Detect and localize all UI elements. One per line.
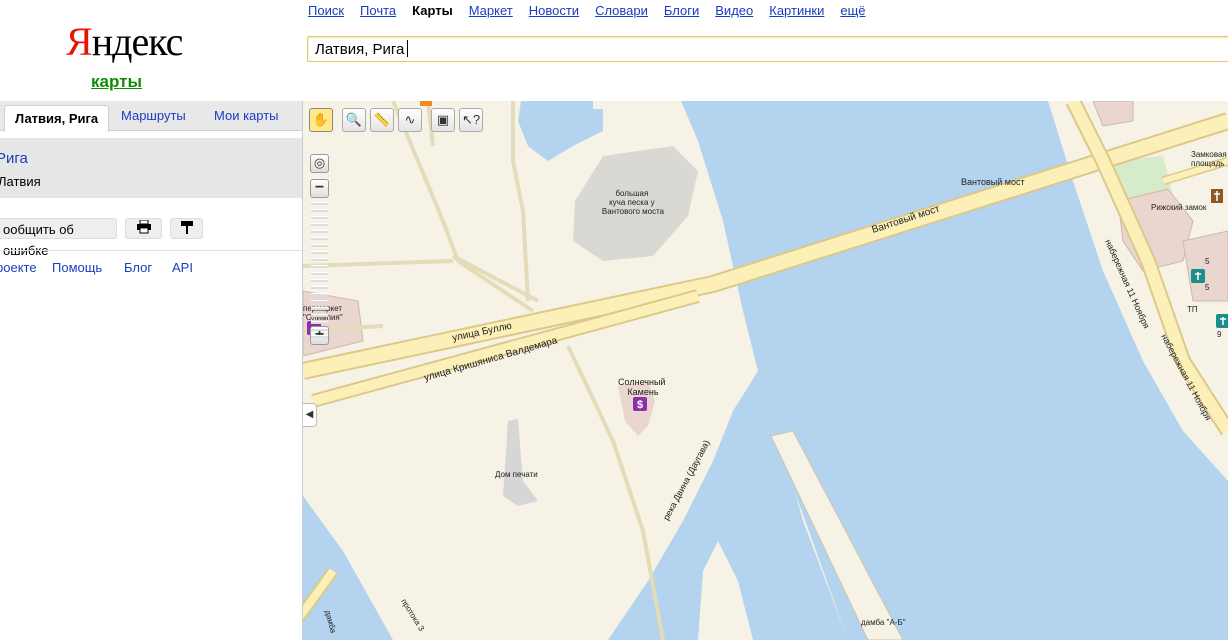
result-subtitle: Латвия xyxy=(0,174,41,189)
drag-tool-button[interactable]: ✋ xyxy=(309,108,333,132)
label-stone-2: Камень xyxy=(627,387,658,397)
panel-divider-line xyxy=(0,250,302,251)
nav-dictionaries[interactable]: Словари xyxy=(595,3,648,18)
ruler-icon: 📏 xyxy=(373,112,391,127)
link-about[interactable]: роекте xyxy=(0,260,37,275)
monument-icon xyxy=(1211,189,1223,203)
link-blog[interactable]: Блог xyxy=(124,260,152,275)
locate-button[interactable]: ◎ xyxy=(310,154,329,173)
nav-search[interactable]: Поиск xyxy=(308,3,344,18)
bank-icon: $ xyxy=(633,397,647,411)
svg-text:$: $ xyxy=(637,399,643,411)
logo-first-letter: Я xyxy=(66,19,93,64)
map-canvas[interactable]: большая куча песка у Вантового моста Ван… xyxy=(303,101,1228,640)
nav-mail[interactable]: Почта xyxy=(360,3,396,18)
label-dam: дамба "А-Б" xyxy=(861,618,906,627)
layers-icon: ▣ xyxy=(436,112,450,127)
hand-icon: ✋ xyxy=(312,112,330,127)
label-stone-1: Солнечный xyxy=(618,377,665,387)
poi-teal-icon-2 xyxy=(1216,314,1228,328)
ruler-tool-button[interactable]: 📏 xyxy=(370,108,394,132)
minus-icon: − xyxy=(314,179,325,196)
link-api[interactable]: API xyxy=(172,260,193,275)
result-title[interactable]: Рига xyxy=(0,150,28,167)
left-channel xyxy=(303,496,393,640)
collapse-panel-button[interactable]: ◀ xyxy=(303,403,317,427)
route-sign-button[interactable] xyxy=(170,218,203,239)
magnifier-icon: 🔍 xyxy=(345,112,363,127)
label-square: Замковая площадь xyxy=(1191,150,1228,168)
yandex-logo[interactable]: Яндекс xyxy=(66,19,184,64)
zoom-out-button[interactable]: − xyxy=(310,179,329,198)
pointer-help-icon: ↖? xyxy=(461,112,481,127)
map-toolbar: ✋ 🔍 📏 ∿ ▣ ↖? xyxy=(309,108,483,132)
label-press: Дом печати xyxy=(495,470,538,479)
chevron-left-icon: ◀ xyxy=(305,409,314,420)
info-tool-button[interactable]: ↖? xyxy=(459,108,483,132)
target-icon: ◎ xyxy=(313,155,326,170)
route-tool-button[interactable]: ∿ xyxy=(398,108,422,132)
search-result-card[interactable]: Рига Латвия xyxy=(0,138,302,198)
label-castle: Рижский замок xyxy=(1151,203,1207,212)
poi-orange-icon xyxy=(420,101,432,106)
service-nav: Поиск Почта Карты Маркет Новости Словари… xyxy=(308,3,882,18)
press-building xyxy=(503,419,538,506)
report-error-button[interactable]: ообщить об ошибке xyxy=(0,218,117,258)
service-name-link[interactable]: карты xyxy=(91,72,142,92)
tab-search-result[interactable]: Латвия, Рига xyxy=(4,105,110,132)
label-num-5b: 5 xyxy=(1205,283,1210,292)
nav-blogs[interactable]: Блоги xyxy=(664,3,699,18)
label-sand-2: куча песка у xyxy=(609,198,655,207)
print-button[interactable] xyxy=(125,218,162,239)
logo-rest: ндекс xyxy=(91,19,184,64)
label-bridge-right: Вантовый мост xyxy=(961,177,1025,187)
nav-news[interactable]: Новости xyxy=(529,3,579,18)
text-caret xyxy=(407,40,409,57)
zoom-area-tool-button[interactable]: 🔍 xyxy=(342,108,366,132)
label-tp: ТП xyxy=(1187,305,1198,314)
nav-video[interactable]: Видео xyxy=(715,3,753,18)
label-sand-3: Вантового моста xyxy=(602,207,665,216)
label-num-9: 9 xyxy=(1217,330,1222,339)
left-panel-tabs: Латвия, Рига Маршруты Мои карты xyxy=(0,101,302,132)
zoom-slider-track[interactable] xyxy=(310,202,329,338)
zoom-control: ◎ − + xyxy=(310,154,331,345)
printer-icon xyxy=(136,219,152,237)
map-view[interactable]: большая куча песка у Вантового моста Ван… xyxy=(303,101,1228,640)
label-channel: протока З xyxy=(399,597,426,633)
nav-more[interactable]: ещё xyxy=(840,3,865,18)
tab-my-maps[interactable]: Мои карты xyxy=(214,108,279,123)
nav-market[interactable]: Маркет xyxy=(469,3,513,18)
search-value: Латвия, Рига xyxy=(315,41,405,58)
label-square-2: площадь xyxy=(1191,159,1224,168)
link-help[interactable]: Помощь xyxy=(52,260,102,275)
label-sand-1: большая xyxy=(615,189,648,198)
label-num-5a: 5 xyxy=(1205,257,1210,266)
search-input[interactable]: Латвия, Рига xyxy=(307,36,1228,62)
harbor-water xyxy=(518,101,603,161)
route-icon: ∿ xyxy=(404,112,416,127)
signpost-icon xyxy=(179,221,195,237)
layers-tool-button[interactable]: ▣ xyxy=(431,108,455,132)
nav-maps-current: Карты xyxy=(412,3,453,18)
poi-teal-icon xyxy=(1191,269,1205,283)
tab-routes[interactable]: Маршруты xyxy=(121,108,186,123)
nav-images[interactable]: Картинки xyxy=(769,3,824,18)
label-square-1: Замковая xyxy=(1191,150,1227,159)
